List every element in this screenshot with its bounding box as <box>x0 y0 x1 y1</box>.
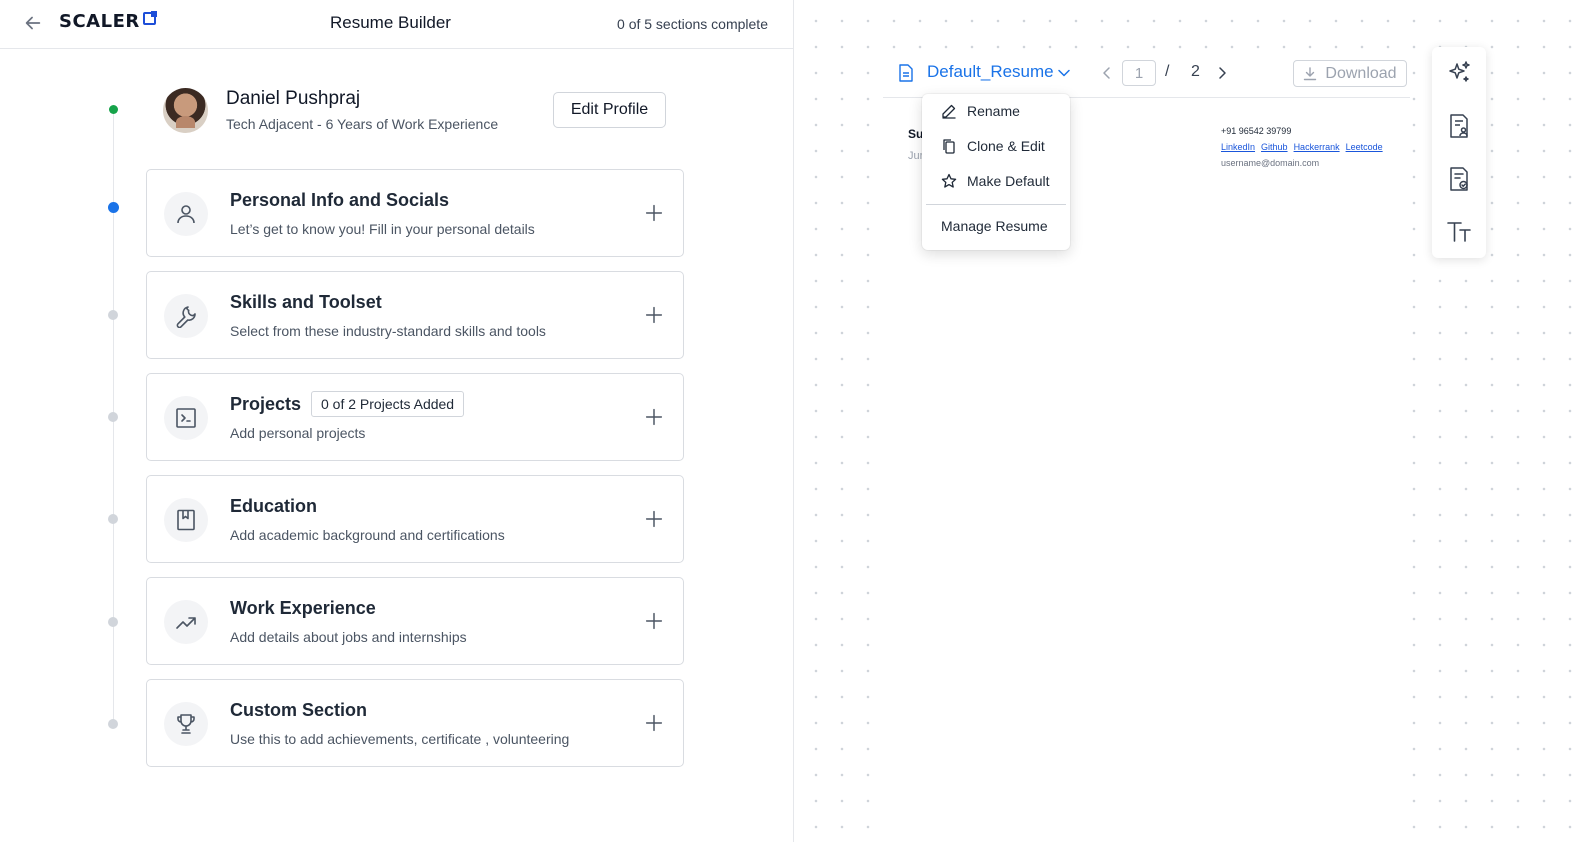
timeline-dot-custom-section <box>108 719 118 729</box>
page-separator: / <box>1165 63 1170 80</box>
logo-mark-icon <box>142 11 157 25</box>
tools-rail <box>1432 47 1486 258</box>
timeline-dot-personal-info <box>108 202 119 213</box>
chevron-down-icon[interactable] <box>1057 66 1071 80</box>
card-icon-wrap <box>164 600 208 644</box>
download-icon <box>1304 66 1317 80</box>
timeline-dot-work-experience <box>108 617 118 627</box>
resume-email: username@domain.com <box>1221 158 1320 168</box>
projects-count-badge: 0 of 2 Projects Added <box>311 391 465 417</box>
section-card-custom[interactable]: Custom Section Use this to add achieveme… <box>146 679 684 767</box>
timeline-dot-profile <box>109 105 118 114</box>
section-title: Projects <box>230 394 302 414</box>
section-title: Education <box>230 496 318 516</box>
add-icon[interactable] <box>643 508 665 530</box>
section-title: Skills and Toolset <box>230 292 382 312</box>
section-card-personal-info[interactable]: Personal Info and Socials Let’s get to k… <box>146 169 684 257</box>
resume-subtitle-text: Jur <box>908 150 924 162</box>
pencil-icon <box>942 104 956 119</box>
card-icon-wrap <box>164 702 208 746</box>
section-description: Add personal projects <box>230 425 366 441</box>
card-icon-wrap <box>164 498 208 542</box>
resume-options-menu: Rename Clone & Edit Make Default Manage … <box>922 94 1070 250</box>
text-size-icon[interactable] <box>1445 218 1473 246</box>
add-icon[interactable] <box>643 202 665 224</box>
document-icon <box>899 64 913 82</box>
section-title: Custom Section <box>230 700 368 720</box>
builder-panel: SCALER Resume Builder 0 of 5 sections co… <box>0 0 794 842</box>
menu-divider <box>926 204 1066 205</box>
hackerrank-link[interactable]: Hackerrank <box>1294 142 1340 152</box>
card-icon-wrap <box>164 396 208 440</box>
timeline-dot-projects <box>108 412 118 422</box>
book-icon <box>177 509 195 531</box>
section-description: Use this to add achievements, certificat… <box>230 731 570 747</box>
github-link[interactable]: Github <box>1261 142 1288 152</box>
chevron-left-icon[interactable] <box>1100 65 1114 81</box>
star-icon <box>941 173 957 188</box>
top-bar: SCALER Resume Builder 0 of 5 sections co… <box>0 0 794 49</box>
resume-phone: +91 96542 39799 <box>1221 126 1292 136</box>
wrench-icon <box>176 306 196 328</box>
menu-item-label: Rename <box>967 103 1020 119</box>
linkedin-link[interactable]: LinkedIn <box>1221 142 1255 152</box>
menu-item-clone-edit[interactable]: Clone & Edit <box>922 129 1070 163</box>
timeline-dot-education <box>108 514 118 524</box>
back-arrow-icon[interactable] <box>22 12 44 34</box>
avatar <box>163 88 208 133</box>
menu-item-label: Clone & Edit <box>967 138 1045 154</box>
add-icon[interactable] <box>643 406 665 428</box>
section-description: Let’s get to know you! Fill in your pers… <box>230 221 535 237</box>
resume-profile-icon[interactable] <box>1445 112 1473 140</box>
section-title: Personal Info and Socials <box>230 190 450 210</box>
page-total: 2 <box>1191 63 1200 80</box>
sections-progress: 0 of 5 sections complete <box>617 16 768 32</box>
section-card-work-experience[interactable]: Work Experience Add details about jobs a… <box>146 577 684 665</box>
section-title: Work Experience <box>230 598 376 618</box>
timeline-dot-skills <box>108 310 118 320</box>
section-card-skills[interactable]: Skills and Toolset Select from these ind… <box>146 271 684 359</box>
download-button[interactable]: Download <box>1293 60 1407 87</box>
sparkles-icon[interactable] <box>1445 59 1473 87</box>
download-label: Download <box>1325 64 1397 82</box>
profile-name: Daniel Pushpraj <box>226 88 361 109</box>
resume-selector[interactable]: Default_Resume <box>927 62 1054 82</box>
user-icon <box>177 205 195 224</box>
card-icon-wrap <box>164 192 208 236</box>
menu-item-label: Make Default <box>967 173 1050 189</box>
page-number-input[interactable] <box>1122 60 1156 86</box>
preview-panel: Default_Resume / 2 Download Su Jur +91 9… <box>795 0 1590 842</box>
profile-subtitle: Tech Adjacent - 6 Years of Work Experien… <box>226 116 499 132</box>
section-description: Add academic background and certificatio… <box>230 527 505 543</box>
section-description: Select from these industry-standard skil… <box>230 323 546 339</box>
add-icon[interactable] <box>643 304 665 326</box>
page-title: Resume Builder <box>330 13 451 32</box>
section-card-education[interactable]: Education Add academic background and ce… <box>146 475 684 563</box>
menu-item-make-default[interactable]: Make Default <box>922 164 1070 198</box>
resume-check-icon[interactable] <box>1445 165 1473 193</box>
chevron-right-icon[interactable] <box>1215 65 1229 81</box>
resume-links: LinkedIn Github Hackerrank Leetcode <box>1221 142 1383 152</box>
section-card-projects[interactable]: Projects 0 of 2 Projects Added Add perso… <box>146 373 684 461</box>
trophy-icon <box>177 714 195 734</box>
add-icon[interactable] <box>643 712 665 734</box>
trending-up-icon <box>176 617 196 629</box>
card-icon-wrap <box>164 294 208 338</box>
section-description: Add details about jobs and internships <box>230 629 467 645</box>
leetcode-link[interactable]: Leetcode <box>1346 142 1383 152</box>
scaler-logo[interactable]: SCALER <box>59 11 157 32</box>
add-icon[interactable] <box>643 610 665 632</box>
edit-profile-button[interactable]: Edit Profile <box>553 92 666 128</box>
terminal-icon <box>176 408 196 428</box>
menu-item-manage-resume[interactable]: Manage Resume <box>941 218 1048 234</box>
copy-icon <box>943 139 955 154</box>
menu-item-rename[interactable]: Rename <box>922 94 1070 128</box>
logo-text: SCALER <box>59 11 140 32</box>
